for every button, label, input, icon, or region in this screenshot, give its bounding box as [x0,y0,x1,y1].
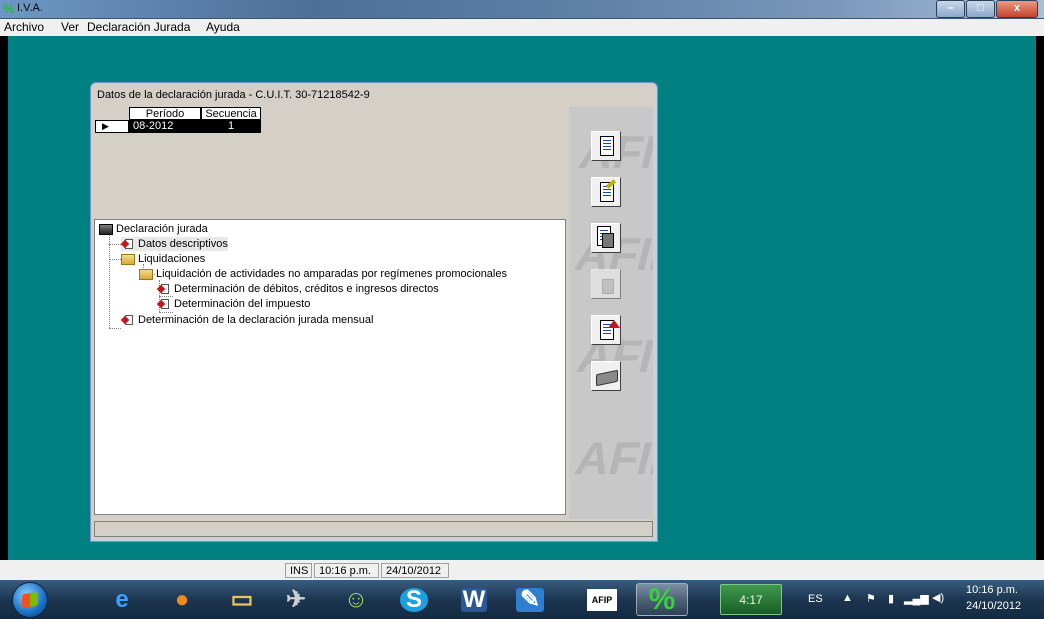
declaraciones-grid: Período Secuencia ▶ 08-2012 1 [93,107,569,217]
edit-document-button[interactable] [591,177,621,207]
timer-gadget[interactable]: 4:17 [720,584,782,615]
row-selector-icon[interactable]: ▶ [95,120,129,133]
delete-button[interactable] [591,223,621,253]
afip-watermark: AFIP [570,432,653,484]
menu-ayuda[interactable]: Ayuda [206,21,240,34]
tree-node-label: Liquidaciones [138,253,206,265]
volume-icon[interactable]: ◀) [932,591,944,604]
document-icon [157,298,171,310]
dialog-status-bar [94,521,653,537]
tree-node-datos-descriptivos[interactable]: Datos descriptivos [121,237,228,251]
tree-node-determinacion-debitos[interactable]: Determinación de débitos, créditos e ing… [157,282,439,296]
ie-icon: e [115,585,129,613]
declaracion-tree: Declaración jurada Datos descriptivos Li… [94,219,566,515]
tree-node-label: Determinación del impuesto [174,298,311,310]
tree-node-label: Determinación de débitos, créditos e ing… [174,283,439,295]
insert-mode-indicator: INS [285,563,312,578]
tree-connector [109,244,121,245]
close-button[interactable]: x [996,0,1038,18]
battery-icon[interactable]: ▮ [888,592,894,605]
status-date: 24/10/2012 [381,563,449,578]
taskbar-explorer[interactable]: ▭ [216,583,268,616]
action-toolbar: AFIP AFIP AFIP AFIP [569,107,653,519]
show-hidden-icons-icon[interactable]: ▲ [842,592,853,604]
delete-icon [602,233,614,248]
computer-icon [99,223,113,235]
windows-taskbar: e ● ▭ ✈ ☺ S W ✎ AFIP % 4:17 ES ▲ ⚑ ▮ ▂▄▆… [0,580,1044,619]
tree-node-label: Liquidación de actividades no amparadas … [156,268,507,280]
app-status-bar: INS 10:16 p.m. 24/10/2012 [0,560,1044,580]
taskbar-people[interactable]: ☺ [330,583,382,616]
export-button[interactable] [591,315,621,345]
network-alert-icon[interactable]: ⚑ [866,592,876,605]
tree-node-determinacion-ddjj-mensual[interactable]: Determinación de la declaración jurada m… [121,313,373,327]
column-header-periodo[interactable]: Período [129,107,201,120]
minimize-button[interactable]: – [936,0,965,18]
taskbar-iva[interactable]: % [636,583,688,616]
firefox-icon: ● [174,585,190,613]
tree-connector [109,328,121,329]
tree-node-label: Declaración jurada [116,223,208,235]
document-icon [157,283,171,295]
language-indicator[interactable]: ES [808,593,823,605]
menu-archivo[interactable]: Archivo [4,21,44,34]
document-icon [121,238,135,250]
app-icon: ✈ [285,585,307,613]
status-time: 10:16 p.m. [314,563,379,578]
taskbar-ie[interactable]: e [96,583,148,616]
tree-node-declaracion-jurada[interactable]: Declaración jurada [99,222,208,236]
delete-disabled-button[interactable] [591,269,621,299]
menu-declaracion-jurada[interactable]: Declaración Jurada [87,21,190,34]
tree-node-label: Datos descriptivos [138,238,228,250]
menu-bar: Archivo Ver Declaración Jurada Ayuda [0,19,1044,36]
print-button[interactable] [591,361,621,391]
taskbar-word[interactable]: W [448,583,500,616]
maximize-button[interactable]: □ [966,0,995,18]
document-icon [121,314,135,326]
folder-icon [121,253,135,265]
signal-icon[interactable]: ▂▄▆ [904,592,929,605]
clock-date[interactable]: 24/10/2012 [966,600,1021,612]
tree-node-determinacion-impuesto[interactable]: Determinación del impuesto [157,297,310,311]
delete-disabled-icon [602,279,614,294]
dialog-title: Datos de la declaración jurada - C.U.I.T… [97,89,370,101]
pen-icon: ✎ [516,587,544,612]
cell-secuencia[interactable]: 1 [201,120,261,133]
declaracion-jurada-dialog: Datos de la declaración jurada - C.U.I.T… [90,82,658,542]
percent-icon: % [648,582,676,616]
tree-connector [109,234,110,328]
window-title: I.V.A. [17,2,43,14]
column-header-secuencia[interactable]: Secuencia [201,107,261,120]
windows-logo-icon [22,591,38,609]
clock-time[interactable]: 10:16 p.m. [966,584,1018,596]
people-icon: ☺ [343,585,369,613]
tree-connector [109,259,121,260]
print-icon [596,369,618,387]
document-icon [600,136,614,156]
start-button[interactable] [12,582,48,618]
afip-icon: AFIP [587,588,617,611]
view-document-button[interactable] [591,131,621,161]
cell-periodo[interactable]: 08-2012 [129,120,201,133]
taskbar-app[interactable]: ✈ [270,583,322,616]
taskbar-firefox[interactable]: ● [156,583,208,616]
taskbar-afip[interactable]: AFIP [576,583,628,616]
taskbar-pen-app[interactable]: ✎ [504,583,556,616]
window-title-bar: % I.V.A. – □ x [0,0,1044,19]
export-icon [608,320,620,328]
tree-node-liquidacion-actividades[interactable]: Liquidación de actividades no amparadas … [139,267,507,281]
taskbar-skype[interactable]: S [388,583,440,616]
word-icon: W [461,585,487,613]
folder-icon [139,268,153,280]
explorer-icon: ▭ [230,585,254,613]
skype-icon: S [400,587,428,612]
menu-ver[interactable]: Ver [61,21,79,34]
tree-node-liquidaciones[interactable]: Liquidaciones [121,252,205,266]
iva-app-icon: % [3,1,15,16]
tree-node-label: Determinación de la declaración jurada m… [138,314,374,326]
